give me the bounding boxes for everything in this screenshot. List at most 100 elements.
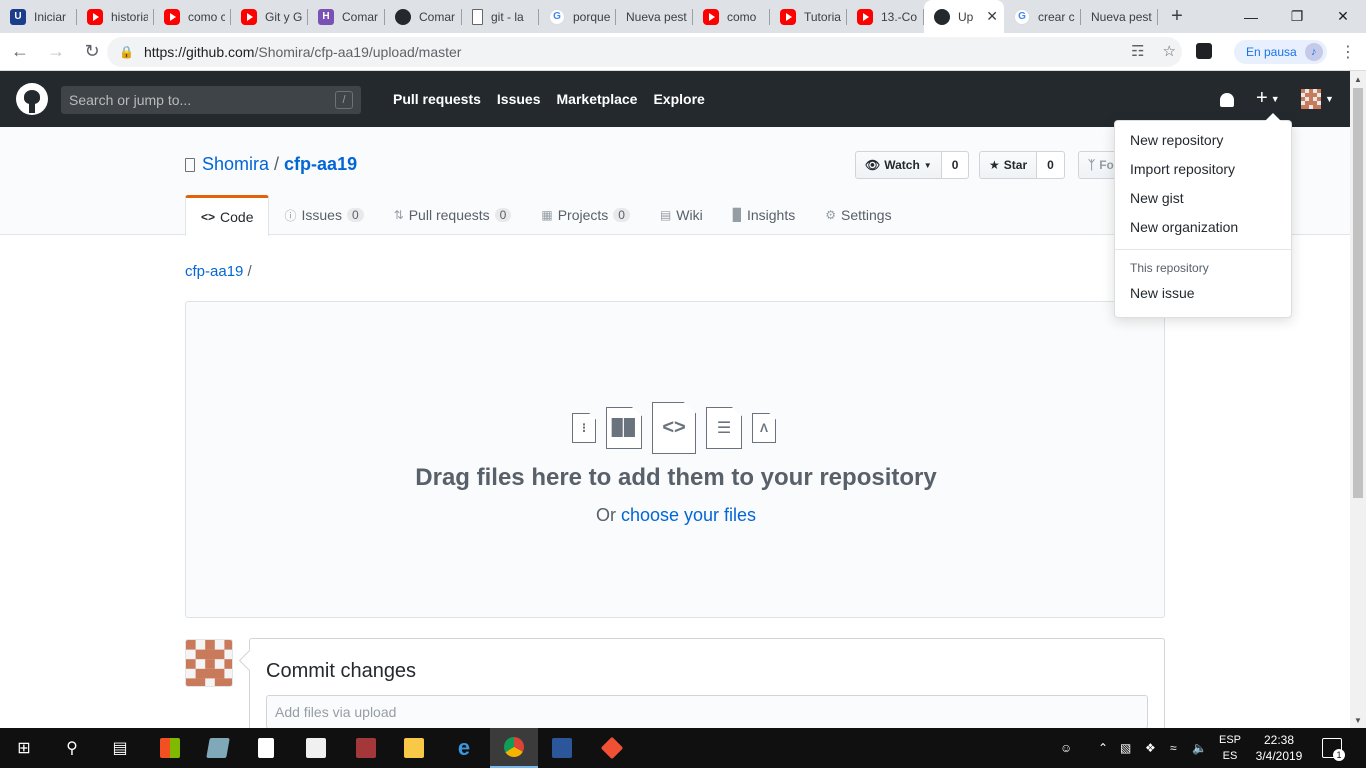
browser-tab[interactable]: historia: [77, 0, 154, 33]
project-icon: ▦: [541, 208, 553, 222]
word-icon[interactable]: [538, 728, 586, 768]
issue-icon: ⓘ: [284, 208, 297, 223]
browser-tab[interactable]: U Iniciar: [0, 0, 77, 33]
close-window-icon[interactable]: ✕: [1320, 0, 1366, 33]
menu-import-repository[interactable]: Import repository: [1115, 154, 1291, 183]
issues-counter: 0: [346, 208, 364, 222]
app-icon[interactable]: [194, 728, 242, 768]
watch-count[interactable]: 0: [941, 151, 970, 179]
close-tab-icon[interactable]: ✕: [986, 8, 998, 25]
scrollbar-thumb[interactable]: [1353, 88, 1363, 498]
browser-tab[interactable]: Gporque: [539, 0, 616, 33]
avatar-caret-icon[interactable]: ▼: [1325, 94, 1334, 104]
tab-insights[interactable]: ▉ Insights: [718, 195, 810, 235]
github-header: Search or jump to... / Pull requests Iss…: [0, 71, 1350, 127]
notepad-icon[interactable]: [242, 728, 290, 768]
new-tab-button[interactable]: +: [1162, 0, 1192, 33]
task-view-icon[interactable]: ▤: [96, 728, 144, 768]
search-placeholder: Search or jump to...: [69, 92, 192, 108]
access-icon[interactable]: [342, 728, 390, 768]
file-explorer-icon[interactable]: [390, 728, 438, 768]
nav-pull-requests[interactable]: Pull requests: [393, 91, 481, 107]
create-new-button[interactable]: + ▼: [1256, 87, 1280, 110]
translate-icon[interactable]: ☶: [1131, 42, 1144, 60]
menu-new-organization[interactable]: New organization: [1115, 212, 1291, 241]
code-icon: <>: [201, 210, 216, 224]
menu-new-repository[interactable]: New repository: [1115, 125, 1291, 154]
action-center-icon[interactable]: 1: [1322, 738, 1345, 761]
browser-menu-icon[interactable]: ⋮: [1340, 42, 1356, 62]
menu-new-gist[interactable]: New gist: [1115, 183, 1291, 212]
browser-tab[interactable]: Git y G: [231, 0, 308, 33]
browser-tab[interactable]: 13.-Co: [847, 0, 924, 33]
browser-tab[interactable]: Gcrear c: [1004, 0, 1081, 33]
tab-issues[interactable]: ⓘ Issues 0: [269, 195, 378, 235]
search-input[interactable]: Search or jump to... /: [61, 86, 361, 114]
tab-pull-requests[interactable]: ⇅ Pull requests 0: [379, 195, 527, 235]
game-icon[interactable]: [292, 728, 340, 768]
browser-tab[interactable]: Up ✕: [924, 0, 1004, 33]
browser-tab[interactable]: como c: [154, 0, 231, 33]
git-icon[interactable]: [588, 728, 636, 768]
minimize-icon[interactable]: —: [1228, 0, 1274, 33]
profile-button[interactable]: En pausa ♪: [1234, 40, 1327, 64]
watch-button[interactable]: 👁 Watch ▼: [855, 151, 942, 179]
nav-explore[interactable]: Explore: [653, 91, 704, 107]
star-count[interactable]: 0: [1037, 151, 1065, 179]
nav-issues[interactable]: Issues: [497, 91, 541, 107]
dropbox-icon[interactable]: ❖: [1145, 728, 1156, 768]
file-dropzone[interactable]: ⋮ ▉▉ <> ☰ Λ Drag files here to add them …: [185, 301, 1165, 618]
repo-owner-link[interactable]: Shomira: [202, 154, 269, 175]
language-indicator[interactable]: ESP ES: [1214, 732, 1246, 764]
browser-tab[interactable]: como: [693, 0, 770, 33]
wifi-icon[interactable]: ≈: [1170, 728, 1177, 768]
fork-button[interactable]: ᛉFork: [1078, 151, 1118, 179]
clock[interactable]: 22:38 3/4/2019: [1248, 732, 1310, 764]
windows-taskbar: ⊞ ⚲ ▤ e ☺ ⌃ ▧ ❖ ≈ 🔈 ESP ES 22:38 3/4/201…: [0, 728, 1366, 768]
tab-projects[interactable]: ▦ Projects 0: [526, 195, 645, 235]
people-icon[interactable]: ☺: [1060, 728, 1072, 768]
battery-icon[interactable]: ▧: [1120, 728, 1131, 768]
choose-files-link[interactable]: choose your files: [621, 505, 756, 525]
notifications-bell-icon[interactable]: [1220, 93, 1234, 107]
user-avatar[interactable]: [1301, 89, 1321, 109]
browser-tab[interactable]: Tutoria: [770, 0, 847, 33]
tab-settings[interactable]: ⚙ Settings: [810, 195, 906, 235]
tab-title: Up: [958, 9, 974, 24]
star-button[interactable]: ★ Star: [979, 151, 1038, 179]
store-icon[interactable]: [146, 728, 194, 768]
book-icon: ▤: [659, 208, 672, 222]
browser-tab[interactable]: Comar: [385, 0, 462, 33]
clock-date: 3/4/2019: [1255, 749, 1303, 763]
reload-icon[interactable]: ↻: [76, 36, 108, 68]
tab-insights-label: Insights: [746, 207, 796, 223]
browser-tab[interactable]: Nueva pest: [616, 0, 693, 33]
restore-icon[interactable]: ❐: [1274, 0, 1320, 33]
search-icon[interactable]: ⚲: [48, 728, 96, 768]
extension-icon[interactable]: [1196, 43, 1212, 59]
bookmark-star-icon[interactable]: ☆: [1163, 42, 1176, 60]
menu-new-issue[interactable]: New issue: [1115, 278, 1291, 307]
chrome-icon[interactable]: [490, 728, 538, 768]
commit-message-input[interactable]: Add files via upload: [266, 695, 1148, 728]
forward-icon[interactable]: →: [40, 36, 72, 68]
github-logo-icon[interactable]: [16, 83, 48, 115]
back-icon[interactable]: ←: [4, 36, 36, 68]
browser-tab[interactable]: git - la: [462, 0, 539, 33]
breadcrumb-repo-link[interactable]: cfp-aa19: [185, 263, 243, 280]
tab-wiki[interactable]: ▤ Wiki: [645, 195, 718, 235]
edge-icon[interactable]: e: [440, 728, 488, 768]
repo-name-link[interactable]: cfp-aa19: [284, 154, 357, 175]
browser-tab[interactable]: Nueva pest: [1081, 0, 1158, 33]
volume-icon[interactable]: 🔈: [1192, 728, 1207, 768]
menu-section-header: This repository: [1130, 261, 1209, 275]
scroll-up-icon[interactable]: ▲: [1350, 71, 1366, 87]
nav-marketplace[interactable]: Marketplace: [557, 91, 638, 107]
page-scrollbar[interactable]: ▲ ▼: [1350, 71, 1366, 728]
windows-start-icon[interactable]: ⊞: [0, 728, 48, 768]
tab-code[interactable]: <> Code: [185, 195, 270, 236]
browser-tab[interactable]: H Comar: [308, 0, 385, 33]
tray-expand-icon[interactable]: ⌃: [1098, 728, 1108, 768]
address-bar[interactable]: 🔒 https://github.com/Shomira/cfp-aa19/up…: [107, 37, 1182, 67]
scroll-down-icon[interactable]: ▼: [1350, 712, 1366, 728]
